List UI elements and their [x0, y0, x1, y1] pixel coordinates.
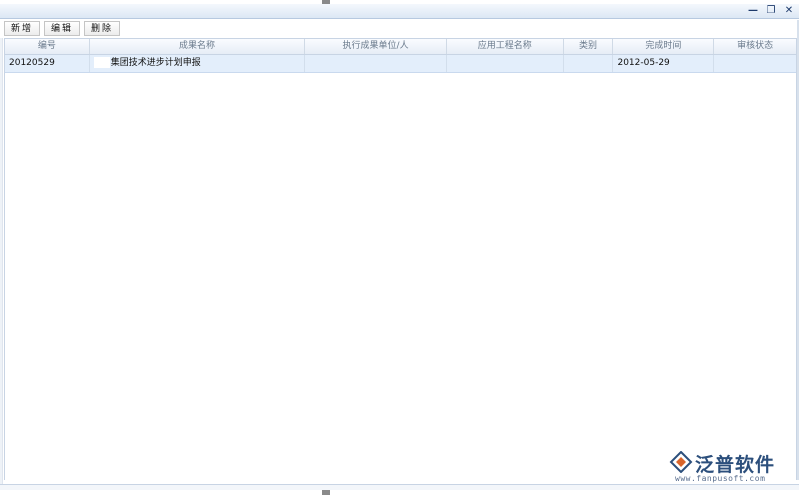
- column-header-name[interactable]: 成果名称: [90, 39, 306, 54]
- cell-status: [714, 55, 796, 72]
- add-button[interactable]: 新增: [4, 21, 41, 36]
- bottom-resize-handle[interactable]: [322, 490, 330, 495]
- column-header-code[interactable]: 编号: [5, 39, 90, 54]
- cell-code: 20120529: [5, 55, 90, 72]
- cell-category: [564, 55, 614, 72]
- grid-header: 编号 成果名称 执行成果单位/人 应用工程名称 类别 完成时间 审核状态: [5, 39, 796, 55]
- restore-icon[interactable]: ❐: [765, 5, 777, 17]
- column-header-status[interactable]: 审核状态: [714, 39, 796, 54]
- column-header-date[interactable]: 完成时间: [613, 39, 715, 54]
- cell-name-text: 集团技术进步计划申报: [110, 58, 201, 68]
- cell-unit: [305, 55, 447, 72]
- column-header-project[interactable]: 应用工程名称: [447, 39, 564, 54]
- redaction-mask: [93, 57, 110, 68]
- app-window: — ❐ ✕ 新增 编辑 删除 编号 成果名称 执行成果单位/人 应用工程名称 类…: [0, 0, 799, 496]
- title-bar: — ❐ ✕: [0, 4, 799, 19]
- window-controls: — ❐ ✕: [747, 5, 795, 17]
- left-border: [0, 38, 3, 484]
- close-icon[interactable]: ✕: [783, 5, 795, 17]
- watermark-url: www.fanpusoft.com: [675, 474, 766, 483]
- watermark-brand: 泛普软件: [695, 454, 776, 476]
- minimize-icon[interactable]: —: [747, 5, 759, 17]
- column-header-unit[interactable]: 执行成果单位/人: [305, 39, 447, 54]
- table-row[interactable]: 20120529 集团技术进步计划申报 2012-05-29: [5, 55, 796, 73]
- delete-button[interactable]: 删除: [84, 21, 121, 36]
- fanpu-logo-icon: [669, 451, 693, 473]
- cell-project: [447, 55, 564, 72]
- toolbar: 新增 编辑 删除: [4, 21, 121, 37]
- cell-date: 2012-05-29: [613, 55, 715, 72]
- watermark: 泛普软件 www.fanpusoft.com: [669, 450, 795, 486]
- cell-name: 集团技术进步计划申报: [90, 55, 306, 72]
- edit-button[interactable]: 编辑: [44, 21, 81, 36]
- results-grid: 编号 成果名称 执行成果单位/人 应用工程名称 类别 完成时间 审核状态 201…: [4, 38, 797, 480]
- column-header-category[interactable]: 类别: [564, 39, 614, 54]
